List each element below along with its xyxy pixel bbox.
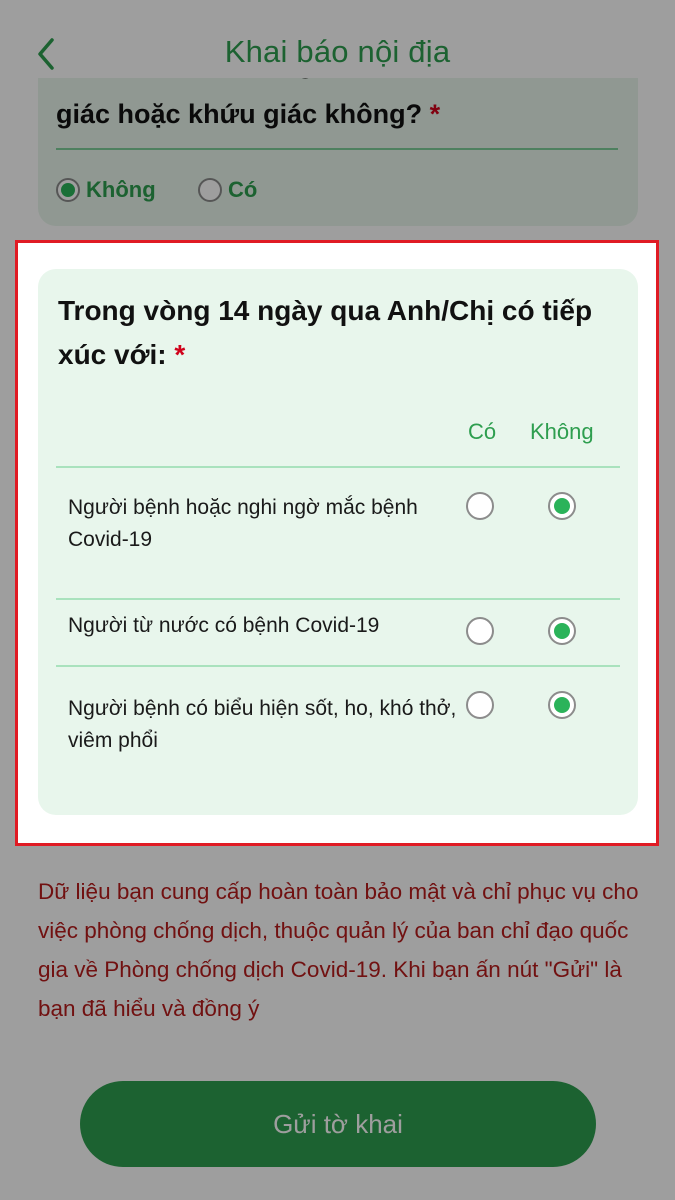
question-title: Trong vòng 14 ngày qua Anh/Chị có tiếp x… [58, 295, 593, 370]
table-row: Người bệnh hoặc nghi ngờ mắc bệnh Covid-… [56, 468, 620, 598]
radio-co[interactable] [466, 617, 494, 645]
radio-khong[interactable] [548, 492, 576, 520]
radio-khong[interactable] [548, 617, 576, 645]
required-mark: * [174, 339, 186, 370]
column-header-khong: Không [530, 419, 594, 444]
table-row: Người từ nước có bệnh Covid-19 [56, 600, 620, 666]
row-label: Người bệnh có biểu hiện sốt, ho, khó thở… [68, 697, 457, 752]
column-header-co: Có [468, 419, 497, 444]
contact-question-card: Trong vòng 14 ngày qua Anh/Chị có tiếp x… [38, 269, 638, 815]
radio-co[interactable] [466, 492, 494, 520]
row-label: Người bệnh hoặc nghi ngờ mắc bệnh Covid-… [68, 496, 418, 551]
highlighted-region: Trong vòng 14 ngày qua Anh/Chị có tiếp x… [15, 240, 659, 846]
radio-co[interactable] [466, 691, 494, 719]
table-row: Người bệnh có biểu hiện sốt, ho, khó thở… [56, 667, 620, 787]
radio-khong[interactable] [548, 691, 576, 719]
row-label: Người từ nước có bệnh Covid-19 [68, 614, 380, 637]
